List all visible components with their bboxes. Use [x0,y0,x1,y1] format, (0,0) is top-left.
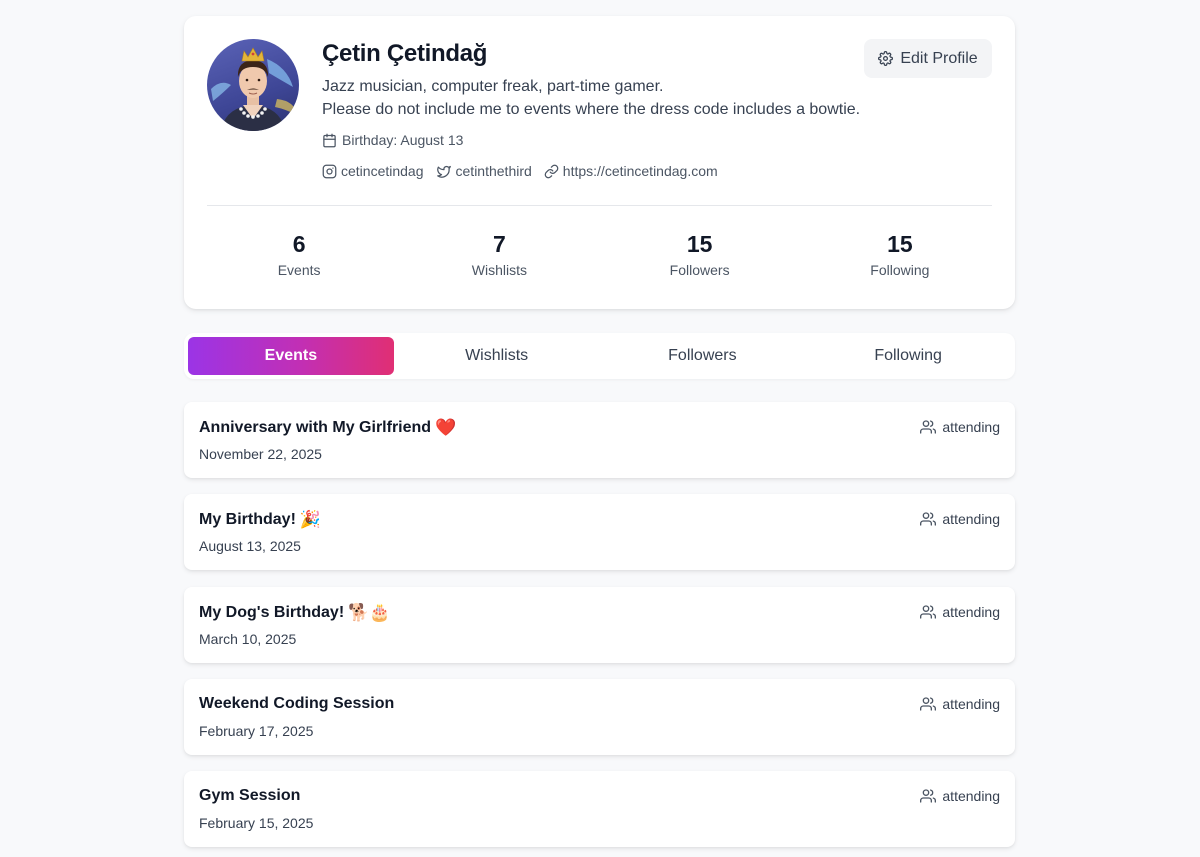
users-icon [920,604,937,620]
event-title-text: Weekend Coding Session [199,695,395,712]
stat-following[interactable]: 15 Following [800,230,1000,278]
event-card[interactable]: My Dog's Birthday! 🐕🎂 March 10, 2025 att… [184,587,1015,663]
event-date: August 13, 2025 [199,538,301,554]
website-link[interactable]: https://cetincetindag.com [544,163,718,179]
stat-wishlists[interactable]: 7 Wishlists [399,230,599,278]
bio-line: Please do not include me to events where… [322,101,861,118]
stat-value: 6 [292,231,306,257]
tab-following[interactable]: Following [805,337,1011,375]
event-status-text: attending [942,511,1000,527]
event-status-text: attending [942,788,1000,804]
twitter-link[interactable]: cetinthethird [436,163,532,179]
event-date: March 10, 2025 [199,631,297,647]
stat-label: Following [870,262,930,278]
event-date: November 22, 2025 [199,446,322,462]
twitter-handle: cetinthethird [455,163,532,179]
event-status: attending [920,511,1000,527]
calendar-icon [322,133,337,148]
event-emoji: 🎉 [299,510,322,529]
tab-followers[interactable]: Followers [600,337,806,375]
instagram-link[interactable]: cetincetindag [322,163,424,179]
event-status-text: attending [942,696,1000,712]
stat-label: Wishlists [471,262,527,278]
event-card[interactable]: Weekend Coding Session February 17, 2025… [184,679,1015,755]
event-emoji: ❤️ [435,418,457,437]
event-title: My Birthday! 🎉 [199,510,321,530]
profile-tabs: Events Wishlists Followers Following [184,333,1015,379]
event-title-text: Anniversary with My Girlfriend [199,419,432,436]
event-emoji: 🐕🎂 [348,603,391,622]
bio-line: Jazz musician, computer freak, part-time… [322,78,664,95]
stat-label: Followers [669,262,730,278]
edit-profile-label: Edit Profile [900,49,978,67]
instagram-handle: cetincetindag [341,163,424,179]
stat-value: 7 [492,231,506,257]
instagram-icon [322,164,337,179]
event-date: February 15, 2025 [199,815,314,831]
twitter-icon [436,164,452,179]
stat-value: 15 [887,231,913,257]
profile-card: Çetin Çetindağ Jazz musician, computer f… [184,16,1015,309]
stat-label: Events [277,262,321,278]
tab-wishlists[interactable]: Wishlists [394,337,600,375]
avatar [207,39,299,131]
profile-bio: Jazz musician, computer freak, part-time… [322,75,860,121]
event-title: Weekend Coding Session [199,695,398,713]
divider [207,205,992,206]
event-status: attending [920,604,1000,620]
event-title: Gym Session [199,787,304,805]
event-title: My Dog's Birthday! 🐕🎂 [199,603,391,623]
event-status: attending [920,419,1000,435]
gear-icon [878,51,894,66]
event-status-text: attending [942,604,1000,620]
event-card[interactable]: Gym Session February 15, 2025 attending [184,771,1015,847]
event-card[interactable]: My Birthday! 🎉 August 13, 2025 attending [184,494,1015,570]
profile-stats: 6 Events 7 Wishlists 15 Followers 15 Fol… [199,230,1000,278]
event-date: February 17, 2025 [199,723,314,739]
event-status-text: attending [942,419,1000,435]
link-icon [544,164,559,179]
stat-events[interactable]: 6 Events [199,230,399,278]
profile-name: Çetin Çetindağ [322,40,488,67]
users-icon [920,696,937,712]
event-status: attending [920,696,1000,712]
users-icon [920,511,937,527]
users-icon [920,788,937,804]
birthday-info: Birthday: August 13 [322,132,463,148]
tab-events[interactable]: Events [188,337,394,375]
event-card[interactable]: Anniversary with My Girlfriend ❤️ Novemb… [184,402,1015,478]
event-title-text: My Birthday! [199,511,296,528]
event-title-text: My Dog's Birthday! [199,604,345,621]
website-url: https://cetincetindag.com [562,163,718,179]
event-title: Anniversary with My Girlfriend ❤️ [199,418,456,438]
users-icon [920,419,937,435]
birthday-text: Birthday: August 13 [342,132,464,148]
event-status: attending [920,788,1000,804]
event-title-text: Gym Session [199,787,301,804]
edit-profile-button[interactable]: Edit Profile [864,39,992,78]
stat-value: 15 [686,231,713,257]
stat-followers[interactable]: 15 Followers [600,230,800,278]
social-links: cetincetindag cetinthethird https://ceti… [322,163,718,179]
